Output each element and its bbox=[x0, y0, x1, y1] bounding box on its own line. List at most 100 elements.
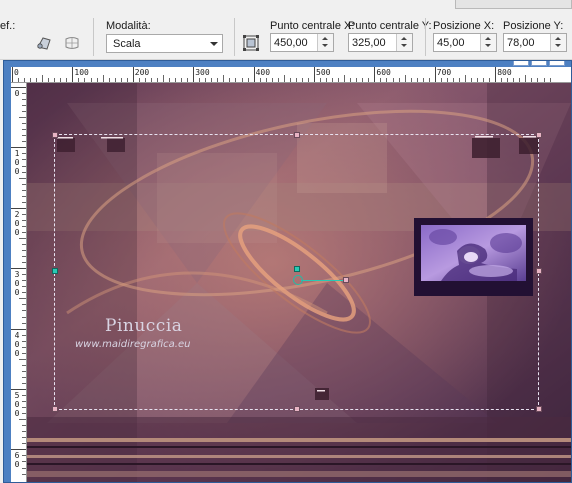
center-x-stepper[interactable] bbox=[317, 34, 333, 51]
pos-x-field[interactable]: 45,00 bbox=[433, 33, 497, 52]
ruler-minor-tick bbox=[525, 75, 527, 82]
corner-handle-bottom-left[interactable] bbox=[52, 406, 58, 412]
ruler-minor-tick bbox=[22, 370, 26, 372]
ruler-minor-tick bbox=[205, 78, 207, 82]
pos-x-stepper[interactable] bbox=[480, 34, 496, 51]
close-button[interactable] bbox=[549, 61, 565, 66]
minimize-button[interactable] bbox=[513, 61, 529, 66]
ruler-minor-tick bbox=[289, 78, 291, 82]
chevron-up-icon[interactable] bbox=[485, 37, 491, 40]
ruler-left-label: 0 bbox=[14, 89, 20, 98]
ruler-major-tick bbox=[11, 449, 26, 451]
ruler-minor-tick bbox=[19, 419, 26, 421]
ruler-minor-tick bbox=[332, 78, 334, 82]
chevron-down-icon[interactable] bbox=[485, 44, 491, 47]
ruler-left-label: 0 bbox=[14, 167, 20, 177]
ruler-left-label: 4 bbox=[14, 330, 20, 340]
ruler-minor-tick bbox=[380, 78, 382, 82]
ruler-minor-tick bbox=[22, 274, 26, 276]
toolbar-separator bbox=[425, 18, 426, 56]
edge-handle-bottom[interactable] bbox=[294, 406, 300, 412]
ruler-minor-tick bbox=[22, 340, 26, 342]
maximize-button[interactable] bbox=[531, 61, 547, 66]
ruler-minor-tick bbox=[22, 141, 26, 143]
ruler-minor-tick bbox=[422, 78, 424, 82]
ruler-major-tick bbox=[132, 67, 134, 82]
edge-handle-top[interactable] bbox=[294, 132, 300, 138]
pivot-point[interactable] bbox=[293, 275, 303, 285]
ruler-minor-tick bbox=[446, 78, 448, 82]
chevron-up-icon[interactable] bbox=[401, 37, 407, 40]
toolbar-top-button[interactable] bbox=[455, 0, 572, 9]
ruler-minor-tick bbox=[277, 78, 279, 82]
edge-handle-right[interactable] bbox=[536, 268, 542, 274]
ruler-major-tick bbox=[11, 87, 26, 88]
edge-handle-left[interactable] bbox=[52, 268, 58, 274]
pivot-top-handle[interactable] bbox=[294, 266, 300, 272]
deform-bounding-box[interactable] bbox=[54, 134, 539, 410]
tool-options-toolbar: ef.: Modalità: Scala Punto centrale X: 4… bbox=[0, 0, 572, 60]
ruler-minor-tick bbox=[22, 292, 26, 294]
image-window: 0 100 200 300 400 500 600 700 800 01002003004005… bbox=[3, 60, 572, 483]
ruler-minor-tick bbox=[241, 78, 243, 82]
ruler-minor-tick bbox=[368, 78, 370, 82]
ruler-minor-tick bbox=[344, 75, 346, 82]
ruler-minor-tick bbox=[42, 75, 44, 82]
ruler-minor-tick bbox=[392, 78, 394, 82]
ruler-minor-tick bbox=[22, 376, 26, 378]
ruler-minor-tick bbox=[22, 352, 26, 354]
ruler-minor-tick bbox=[22, 129, 26, 131]
chevron-down-icon[interactable] bbox=[322, 44, 328, 47]
vertical-ruler: 010020030040050060 bbox=[11, 83, 27, 482]
ruler-minor-tick bbox=[458, 78, 460, 82]
rotation-handle[interactable] bbox=[343, 277, 349, 283]
ruler-minor-tick bbox=[22, 280, 26, 282]
ruler-minor-tick bbox=[22, 316, 26, 318]
mode-select[interactable]: Scala bbox=[106, 34, 223, 53]
ruler-minor-tick bbox=[22, 99, 26, 101]
ruler-minor-tick bbox=[90, 78, 92, 82]
pos-y-field[interactable]: 78,00 bbox=[503, 33, 567, 52]
ruler-minor-tick bbox=[22, 382, 26, 384]
ruler-left-label: 0 bbox=[14, 339, 20, 349]
ruler-minor-tick bbox=[22, 171, 26, 173]
ruler-minor-tick bbox=[265, 78, 267, 82]
toolbar-separator bbox=[93, 18, 94, 56]
chevron-down-icon[interactable] bbox=[555, 44, 561, 47]
ruler-minor-tick bbox=[513, 78, 515, 82]
ruler-minor-tick bbox=[22, 159, 26, 161]
ruler-left-label: 5 bbox=[14, 391, 20, 400]
perspective-tool-icon[interactable] bbox=[34, 33, 54, 53]
center-y-stepper[interactable] bbox=[396, 34, 412, 51]
corner-handle-top-right[interactable] bbox=[536, 132, 542, 138]
rotation-arm bbox=[301, 280, 345, 281]
pos-y-stepper[interactable] bbox=[550, 34, 566, 51]
ruler-minor-tick bbox=[102, 75, 104, 82]
ruler-minor-tick bbox=[22, 213, 26, 215]
ruler-minor-tick bbox=[211, 78, 213, 82]
image-canvas[interactable]: Pinuccia www.maidiregrafica.eu bbox=[27, 83, 571, 482]
ruler-minor-tick bbox=[471, 78, 473, 82]
ruler-minor-tick bbox=[120, 78, 122, 82]
mesh-warp-icon[interactable] bbox=[62, 33, 82, 53]
ruler-minor-tick bbox=[259, 78, 261, 82]
ruler-minor-tick bbox=[156, 78, 158, 82]
center-x-field[interactable]: 450,00 bbox=[270, 33, 334, 52]
corner-handle-bottom-right[interactable] bbox=[536, 406, 542, 412]
ruler-minor-tick bbox=[175, 78, 177, 82]
center-y-field[interactable]: 325,00 bbox=[348, 33, 413, 52]
center-x-label: Punto centrale X: bbox=[270, 20, 355, 32]
ruler-minor-tick bbox=[410, 78, 412, 82]
ruler-minor-tick bbox=[477, 78, 479, 82]
ruler-minor-tick bbox=[22, 250, 26, 252]
edit-selection-icon[interactable] bbox=[241, 33, 261, 53]
ruler-minor-tick bbox=[78, 78, 80, 82]
corner-handle-top-left[interactable] bbox=[52, 132, 58, 138]
ruler-minor-tick bbox=[543, 78, 545, 82]
chevron-down-icon[interactable] bbox=[401, 44, 407, 47]
ruler-minor-tick bbox=[19, 238, 26, 239]
ruler-left-label: 0 bbox=[14, 288, 20, 298]
chevron-up-icon[interactable] bbox=[555, 37, 561, 40]
ruler-minor-tick bbox=[531, 78, 533, 82]
chevron-up-icon[interactable] bbox=[322, 37, 328, 40]
